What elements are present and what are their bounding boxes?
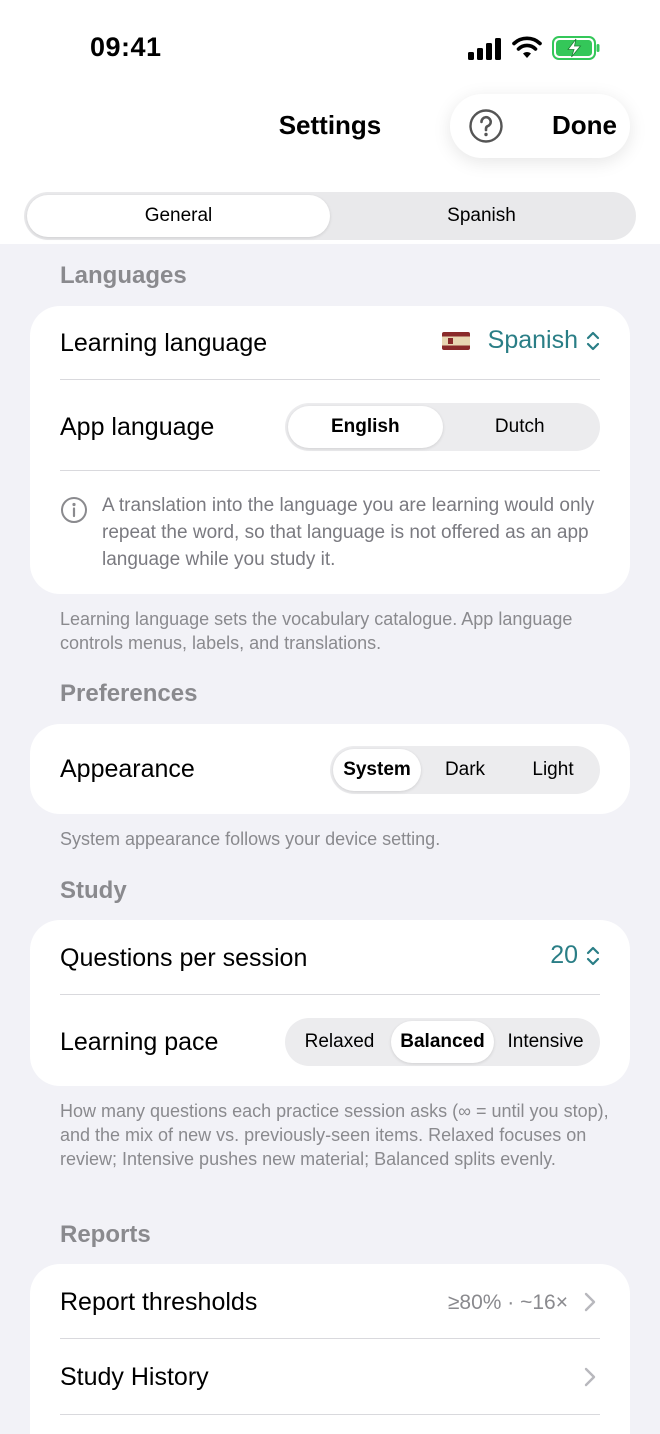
report-thresholds-row[interactable]: Report thresholds ≥80% · ~16× (30, 1264, 630, 1339)
reports-card: Report thresholds ≥80% · ~16× Study Hist… (30, 1264, 630, 1434)
section-title-study: Study (60, 877, 127, 904)
appearance-option-dark[interactable]: Dark (421, 749, 509, 791)
chevron-up-down-icon (586, 946, 600, 965)
app-language-label: App language (60, 413, 215, 441)
appearance-option-light[interactable]: Light (509, 749, 597, 791)
appearance-label: Appearance (60, 755, 195, 783)
languages-card: Learning language Spanish App language E… (30, 306, 630, 594)
app-language-info-text: A translation into the language you are … (102, 495, 595, 570)
learning-pace-label: Learning pace (60, 1028, 219, 1056)
questions-per-session-value: 20 (550, 941, 578, 969)
study-history-row[interactable]: Study History (30, 1339, 630, 1414)
tab-spanish[interactable]: Spanish (330, 195, 633, 237)
questions-per-session-picker[interactable]: 20 (550, 941, 600, 970)
study-card: Questions per session 20 Learning pace R… (30, 920, 630, 1086)
spain-flag-icon (441, 331, 470, 350)
study-history-label: Study History (60, 1363, 209, 1391)
section-title-reports: Reports (60, 1221, 151, 1248)
chevron-right-icon (584, 1292, 596, 1312)
pace-option-intensive[interactable]: Intensive (494, 1021, 597, 1063)
section-title-preferences: Preferences (60, 680, 198, 707)
battery-charging-icon (552, 36, 600, 60)
app-language-option-dutch[interactable]: Dutch (443, 406, 598, 448)
languages-footnote: Learning language sets the vocabulary ca… (60, 609, 573, 653)
divider (60, 1414, 600, 1415)
divider (60, 379, 600, 380)
settings-tabs: General Spanish (24, 192, 636, 240)
divider (60, 470, 600, 471)
learning-language-value: Spanish (487, 326, 578, 354)
section-title-languages: Languages (60, 262, 187, 289)
preferences-card: Appearance System Dark Light (30, 724, 630, 814)
learning-language-picker[interactable]: Spanish (441, 326, 600, 355)
study-footnote: How many questions each practice session… (60, 1101, 609, 1169)
report-thresholds-value: ≥80% · ~16× (447, 1291, 568, 1314)
pace-option-balanced[interactable]: Balanced (391, 1021, 494, 1063)
appearance-segmented: System Dark Light (330, 746, 600, 794)
learning-language-label: Learning language (60, 329, 268, 357)
info-icon (61, 497, 87, 523)
tab-general[interactable]: General (27, 195, 330, 237)
done-button[interactable]: Done (552, 110, 617, 141)
cellular-signal-icon (468, 38, 501, 60)
learning-pace-segmented: Relaxed Balanced Intensive (285, 1018, 600, 1066)
chevron-right-icon (584, 1367, 596, 1387)
appearance-option-system[interactable]: System (333, 749, 421, 791)
status-time: 09:41 (90, 32, 162, 62)
pace-option-relaxed[interactable]: Relaxed (288, 1021, 391, 1063)
preferences-footnote: System appearance follows your device se… (60, 829, 441, 849)
questions-per-session-label: Questions per session (60, 944, 308, 972)
chevron-up-down-icon (586, 331, 600, 350)
report-thresholds-label: Report thresholds (60, 1288, 258, 1316)
wifi-icon (512, 36, 542, 58)
divider (60, 994, 600, 995)
app-language-segmented: English Dutch (285, 403, 600, 451)
help-icon[interactable] (468, 108, 504, 144)
app-language-option-english[interactable]: English (288, 406, 443, 448)
